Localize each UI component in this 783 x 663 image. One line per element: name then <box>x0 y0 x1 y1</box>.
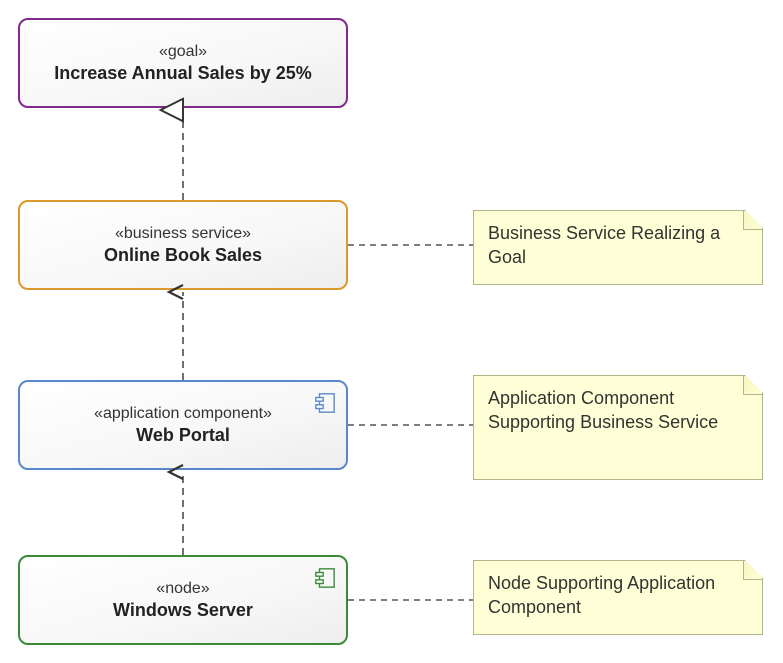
goal-stereotype: «goal» <box>159 43 207 61</box>
note-business-service: Business Service Realizing a Goal <box>473 210 763 285</box>
business-service-title: Online Book Sales <box>104 245 262 266</box>
application-component-title: Web Portal <box>136 425 230 446</box>
server-stereotype: «node» <box>156 580 209 598</box>
server-title: Windows Server <box>113 600 253 621</box>
note-text: Business Service Realizing a Goal <box>488 223 720 267</box>
server-node[interactable]: «node» Windows Server <box>18 555 348 645</box>
note-text: Node Supporting Application Component <box>488 573 715 617</box>
goal-title: Increase Annual Sales by 25% <box>54 63 311 84</box>
business-service-stereotype: «business service» <box>115 225 251 243</box>
component-icon <box>314 567 336 589</box>
goal-node[interactable]: «goal» Increase Annual Sales by 25% <box>18 18 348 108</box>
note-server: Node Supporting Application Component <box>473 560 763 635</box>
application-component-stereotype: «application component» <box>94 405 272 423</box>
component-icon <box>314 392 336 414</box>
business-service-node[interactable]: «business service» Online Book Sales <box>18 200 348 290</box>
note-text: Application Component Supporting Busines… <box>488 388 718 432</box>
application-component-node[interactable]: «application component» Web Portal <box>18 380 348 470</box>
note-application-component: Application Component Supporting Busines… <box>473 375 763 480</box>
